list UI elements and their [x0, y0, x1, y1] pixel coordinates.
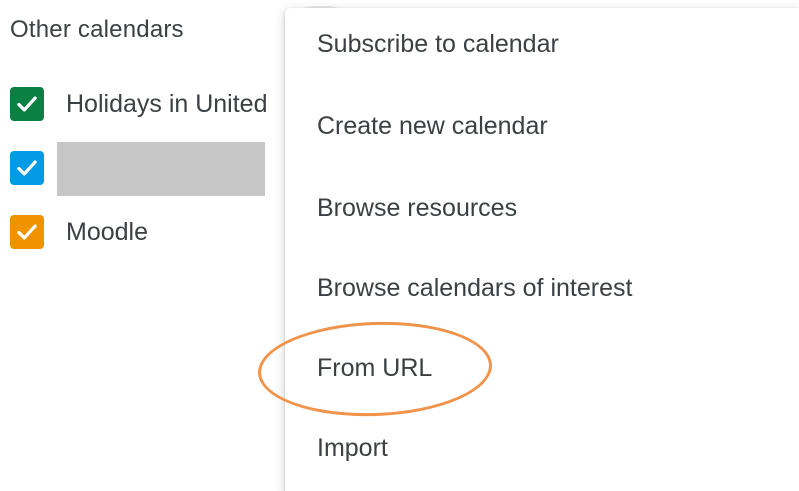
menu-item-from-url[interactable]: From URL [317, 354, 432, 383]
checkmark-icon [17, 224, 37, 240]
menu-item-browse-resources[interactable]: Browse resources [317, 194, 517, 223]
checkmark-icon [17, 96, 37, 112]
menu-item-create-new[interactable]: Create new calendar [317, 112, 548, 141]
redacted-calendar-name [57, 142, 265, 196]
calendar-item-moodle[interactable]: Moodle [10, 214, 148, 250]
calendar-item-holidays[interactable]: Holidays in United [10, 86, 268, 122]
calendar-checkbox-redacted[interactable] [10, 151, 44, 185]
calendar-checkbox-moodle[interactable] [10, 215, 44, 249]
other-calendars-heading: Other calendars [10, 16, 184, 43]
calendar-label-moodle: Moodle [66, 217, 148, 246]
calendar-checkbox-holidays[interactable] [10, 87, 44, 121]
menu-item-import[interactable]: Import [317, 434, 388, 463]
menu-item-browse-interest[interactable]: Browse calendars of interest [317, 274, 632, 303]
checkmark-icon [17, 160, 37, 176]
menu-item-subscribe[interactable]: Subscribe to calendar [317, 30, 559, 59]
add-calendar-menu: Subscribe to calendar Create new calenda… [285, 8, 799, 491]
calendar-label-holidays: Holidays in United [66, 89, 268, 118]
